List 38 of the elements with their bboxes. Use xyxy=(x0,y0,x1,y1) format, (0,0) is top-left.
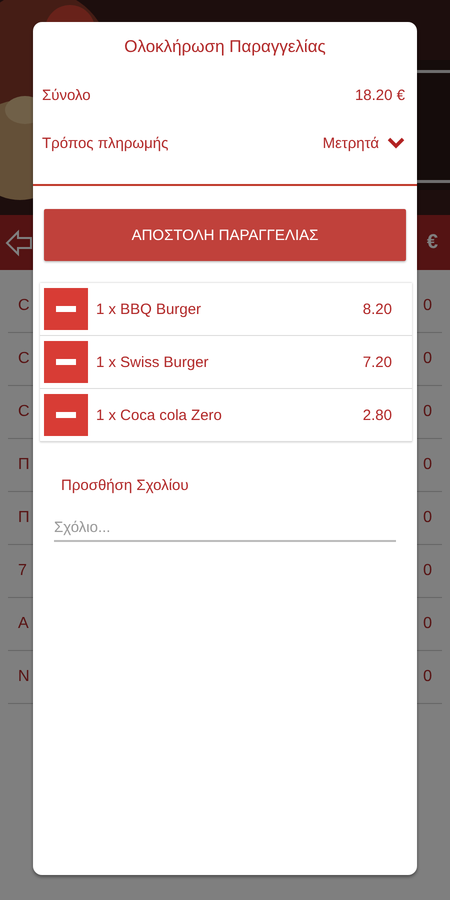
item-label: 1 x Swiss Burger xyxy=(96,354,210,370)
item-price: 0 xyxy=(423,615,432,633)
remove-button[interactable] xyxy=(44,341,88,383)
item-name: Ν xyxy=(18,668,30,686)
total-value: 18.20 € xyxy=(354,86,405,104)
item-name: C xyxy=(18,403,30,421)
minus-icon xyxy=(56,412,76,418)
total-label: Σύνολο xyxy=(42,86,91,104)
item-name: C xyxy=(18,350,30,368)
item-name: 7 xyxy=(18,562,27,580)
item-name: Π xyxy=(18,456,30,474)
back-arrow-icon[interactable] xyxy=(4,228,34,258)
item-label: 1 x Coca cola Zero xyxy=(96,406,223,424)
item-price: 0 xyxy=(423,456,432,474)
minus-icon xyxy=(56,359,76,365)
item-price: 0 xyxy=(423,562,432,580)
dialog-title: Ολοκλήρωση Παραγγελίας xyxy=(123,36,327,58)
item-price: 0 xyxy=(423,297,432,315)
item-price: 8.20 xyxy=(362,300,392,318)
add-comment-link[interactable]: Προσθήση Σχολίου xyxy=(61,477,189,494)
item-price: 2.80 xyxy=(362,406,392,424)
item-price: 7.20 xyxy=(362,354,392,370)
minus-icon xyxy=(56,306,76,312)
item-name: C xyxy=(18,297,30,315)
item-name: Α xyxy=(18,615,29,633)
payment-value[interactable]: Μετρητά xyxy=(322,134,379,152)
remove-button[interactable] xyxy=(44,288,88,330)
price-text: € xyxy=(426,231,438,254)
item-price: 0 xyxy=(423,668,432,686)
item-label: 1 x BBQ Burger xyxy=(96,300,202,318)
payment-label: Τρόπος πληρωμής xyxy=(42,134,168,152)
remove-button[interactable] xyxy=(44,394,88,436)
item-price: 0 xyxy=(423,509,432,527)
item-price: 0 xyxy=(423,350,432,368)
submit-order-button[interactable]: ΑΠΟΣΤΟΛΗ ΠΑΡΑΓΓΕΛΙΑΣ xyxy=(44,209,406,261)
item-name: Π xyxy=(18,509,30,527)
chevron-down-icon[interactable] xyxy=(387,137,405,149)
item-price: 0 xyxy=(423,403,432,421)
